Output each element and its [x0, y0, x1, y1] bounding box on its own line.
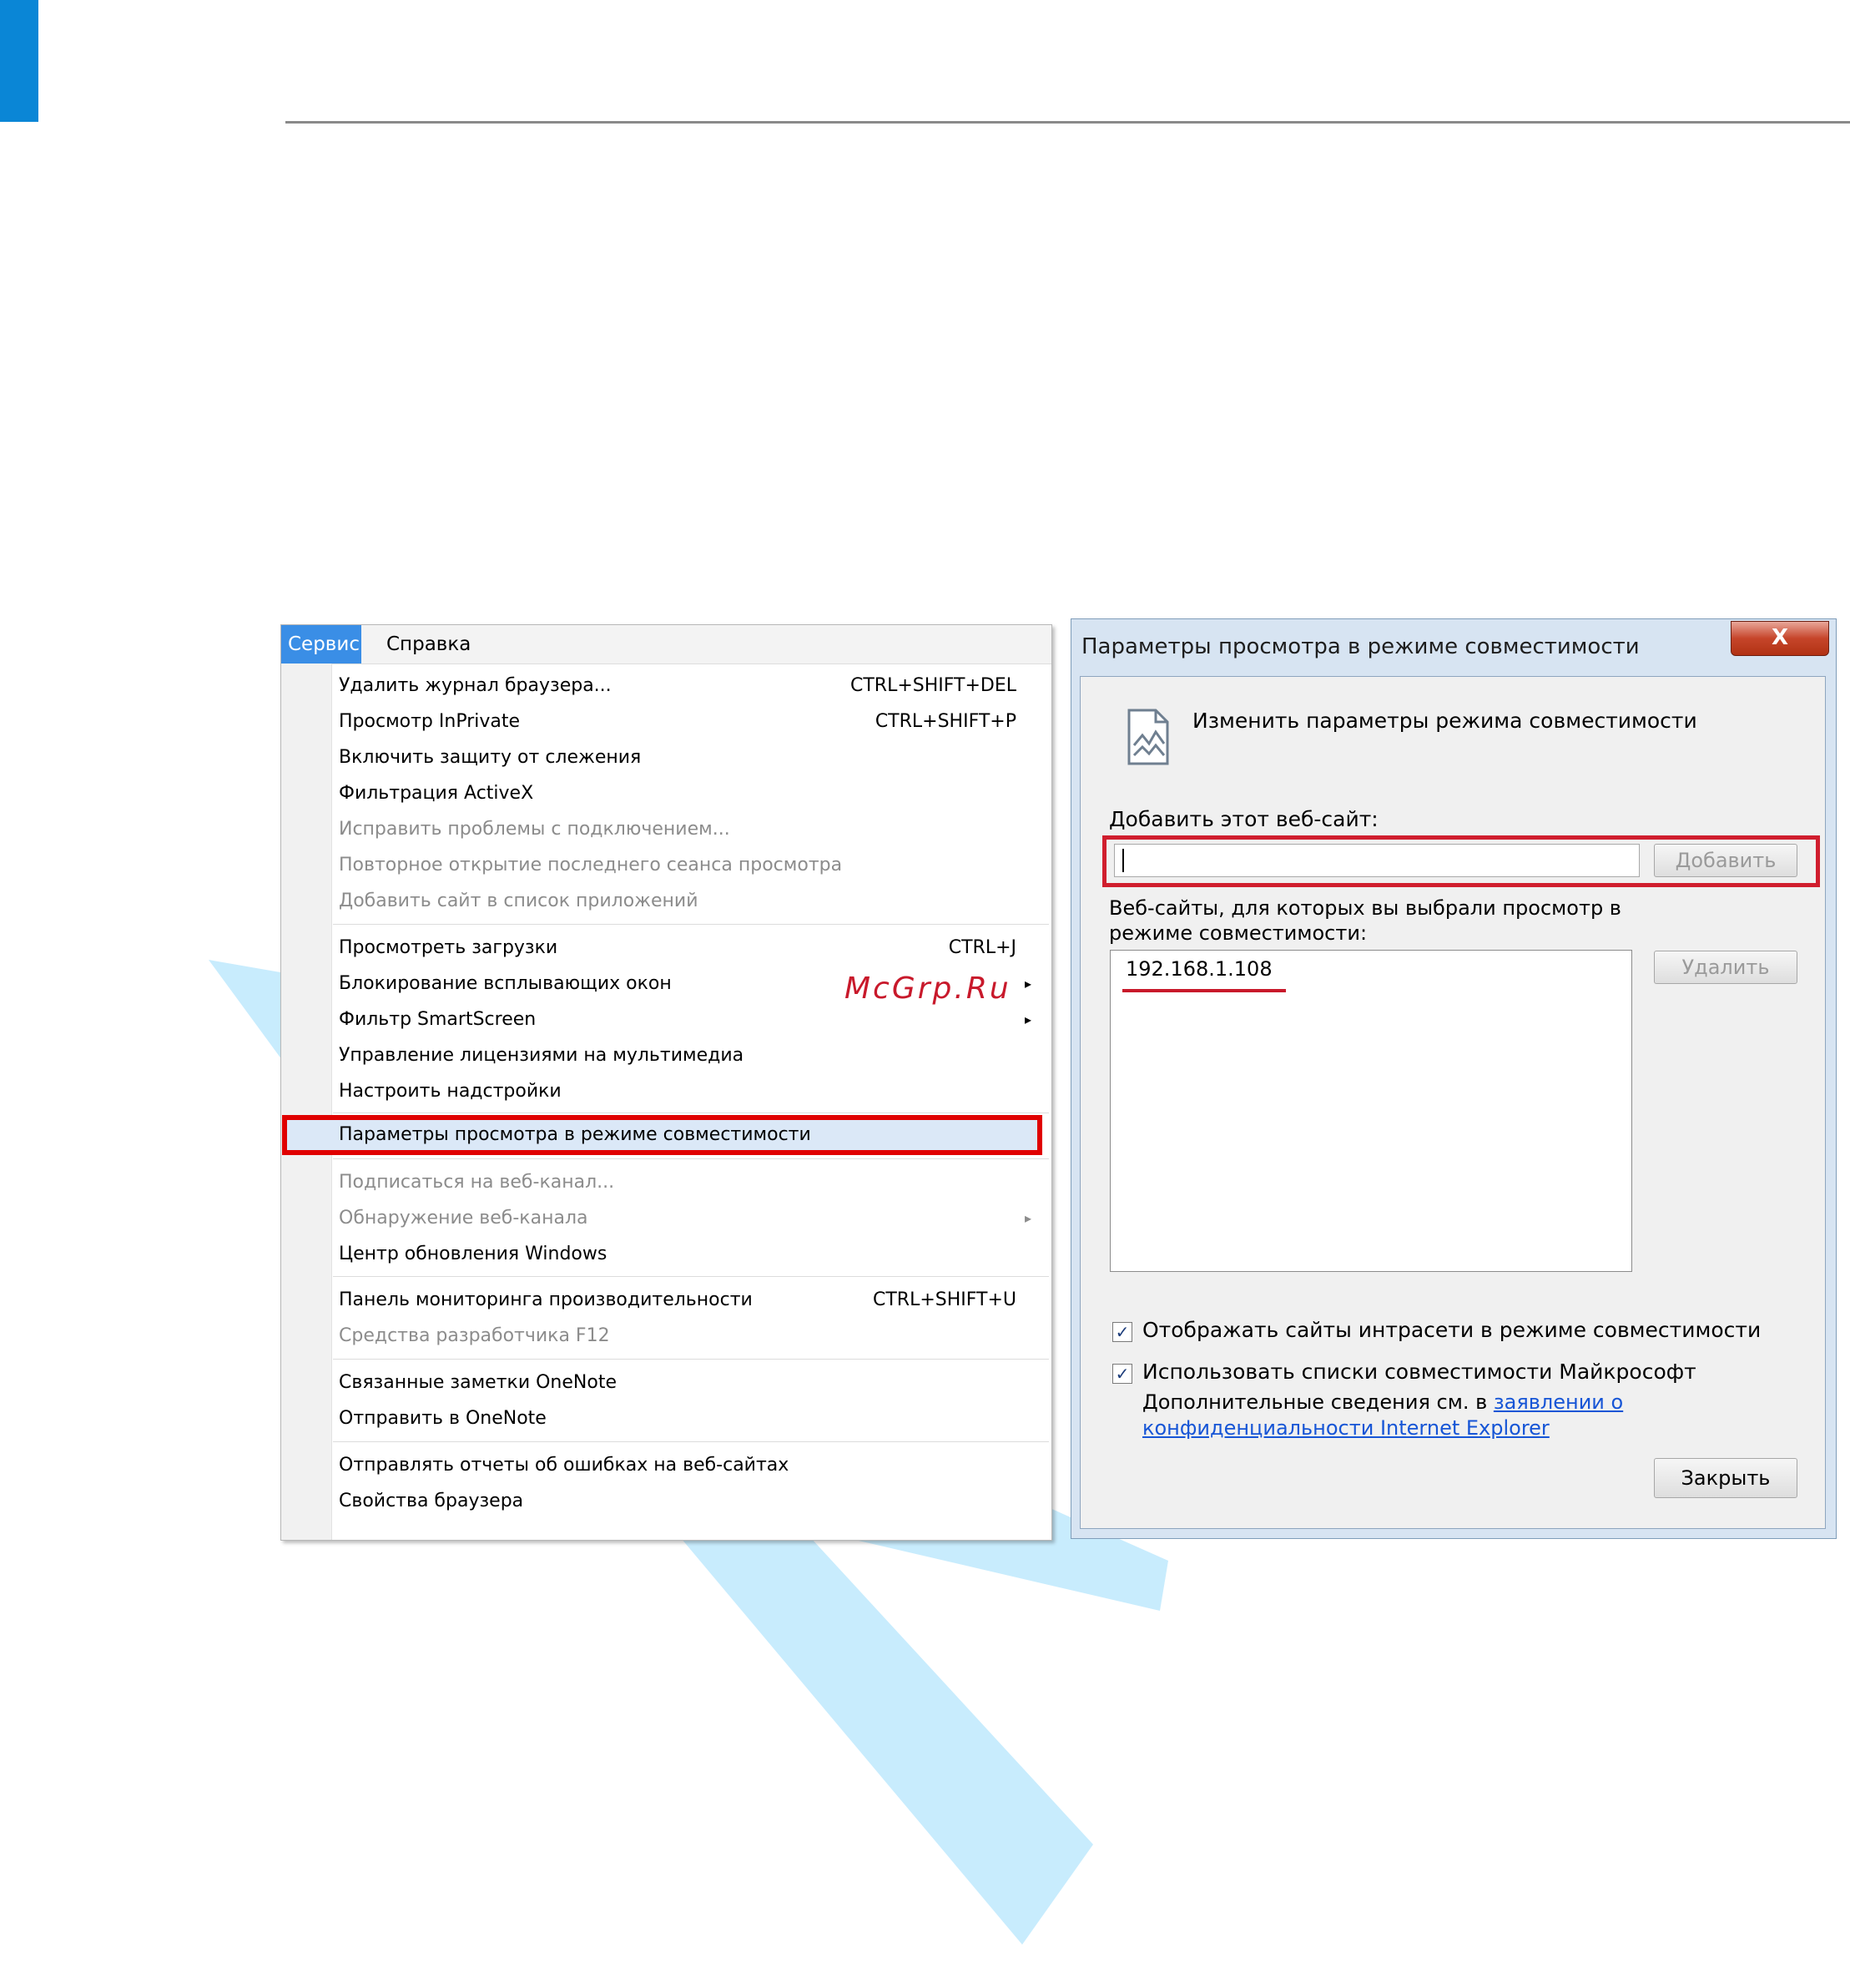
close-icon: X: [1771, 625, 1789, 650]
ms-lists-checkbox[interactable]: ✓: [1112, 1364, 1132, 1384]
menu-item-inprivate[interactable]: Просмотр InPrivate CTRL+SHIFT+P: [339, 707, 1040, 737]
menu-item-label: Исправить проблемы с подключением...: [339, 819, 730, 840]
menu-item-media-licenses[interactable]: Управление лицензиями на мультимедиа: [339, 1041, 1040, 1071]
menu-item-shortcut: CTRL+J: [948, 937, 1016, 958]
menu-item-tracking-protection[interactable]: Включить защиту от слежения: [339, 743, 1040, 773]
intranet-checkbox-label: Отображать сайты интрасети в режиме совм…: [1142, 1318, 1762, 1342]
close-button[interactable]: Закрыть: [1654, 1458, 1797, 1498]
menu-item-label: Просмотреть загрузки: [339, 937, 558, 958]
menu-separator: [333, 924, 1049, 925]
menu-item-f12-tools: Средства разработчика F12: [339, 1321, 1040, 1351]
dialog-title: Параметры просмотра в режиме совместимос…: [1081, 634, 1640, 659]
menu-item-manage-addons[interactable]: Настроить надстройки: [339, 1077, 1040, 1107]
intranet-checkbox[interactable]: ✓: [1112, 1322, 1132, 1342]
red-highlight-box: [1102, 835, 1820, 887]
menu-item-feed-discovery: Обнаружение веб-канала ▸: [339, 1203, 1040, 1234]
menu-separator: [333, 1158, 1049, 1159]
menu-item-label: Средства разработчика F12: [339, 1325, 610, 1346]
menu-item-smartscreen[interactable]: Фильтр SmartScreen ▸: [339, 1005, 1040, 1035]
menu-separator: [333, 1359, 1049, 1360]
menu-item-performance-dashboard[interactable]: Панель мониторинга производительности CTR…: [339, 1285, 1040, 1315]
tools-menu: Сервис Справка Удалить журнал браузера..…: [280, 624, 1052, 1541]
menu-icon-gutter: [281, 664, 332, 1540]
menu-item-browser-properties[interactable]: Свойства браузера: [339, 1486, 1040, 1516]
dialog-body: Изменить параметры режима совместимости …: [1080, 676, 1826, 1529]
compat-view-dialog: Параметры просмотра в режиме совместимос…: [1071, 618, 1837, 1539]
menu-item-label: Повторное открытие последнего сеанса про…: [339, 855, 843, 875]
watermark-text: McGrp.Ru: [844, 971, 1011, 1006]
menu-separator: [333, 1276, 1049, 1277]
info-text: Дополнительные сведения см. в заявлении …: [1142, 1390, 1827, 1441]
menu-item-label: Обнаружение веб-канала: [339, 1208, 588, 1229]
menu-item-send-onenote[interactable]: Отправить в OneNote: [339, 1404, 1040, 1434]
info-prefix: Дополнительные сведения см. в: [1142, 1390, 1494, 1414]
menu-item-label: Фильтр SmartScreen: [339, 1009, 537, 1030]
menu-bar: Сервис Справка: [281, 625, 1051, 664]
menu-item-label: Настроить надстройки: [339, 1081, 562, 1102]
menu-separator: [333, 1441, 1049, 1442]
menu-item-reopen-session: Повторное открытие последнего сеанса про…: [339, 850, 1040, 880]
menu-item-shortcut: CTRL+SHIFT+P: [875, 711, 1016, 732]
menu-item-label: Удалить журнал браузера...: [339, 675, 612, 696]
menubar-help[interactable]: Справка: [373, 625, 484, 664]
menu-item-delete-history[interactable]: Удалить журнал браузера... CTRL+SHIFT+DEL: [339, 671, 1040, 701]
menu-item-label: Фильтрация ActiveX: [339, 783, 534, 804]
menu-item-label: Свойства браузера: [339, 1491, 524, 1511]
submenu-arrow-icon: ▸: [1024, 976, 1031, 991]
menu-item-shortcut: CTRL+SHIFT+DEL: [849, 675, 1016, 696]
ms-lists-checkbox-label: Использовать списки совместимости Майкро…: [1142, 1360, 1696, 1384]
menu-item-view-downloads[interactable]: Просмотреть загрузки CTRL+J: [339, 933, 1040, 963]
menu-item-activex-filtering[interactable]: Фильтрация ActiveX: [339, 779, 1040, 809]
add-site-label: Добавить этот веб-сайт:: [1109, 807, 1379, 831]
check-icon: ✓: [1115, 1364, 1130, 1384]
dialog-close-button[interactable]: X: [1731, 621, 1829, 656]
menu-item-label: Панель мониторинга производительности: [339, 1289, 753, 1310]
menu-item-label: Подписаться на веб-канал...: [339, 1172, 615, 1193]
menu-item-fix-connection: Исправить проблемы с подключением...: [339, 815, 1040, 845]
menu-item-subscribe-feed: Подписаться на веб-канал...: [339, 1168, 1040, 1198]
menubar-service[interactable]: Сервис: [281, 625, 361, 664]
menu-item-label: Связанные заметки OneNote: [339, 1372, 617, 1393]
header-rule: [285, 121, 1850, 124]
menu-item-windows-update[interactable]: Центр обновления Windows: [339, 1239, 1040, 1269]
menu-item-label: Отправлять отчеты об ошибках на веб-сайт…: [339, 1455, 789, 1476]
submenu-arrow-icon: ▸: [1024, 1012, 1031, 1027]
menu-item-shortcut: CTRL+SHIFT+U: [872, 1289, 1016, 1310]
red-underline: [1122, 989, 1286, 992]
submenu-arrow-icon: ▸: [1024, 1210, 1031, 1226]
blue-corner-tab: [0, 0, 38, 122]
compat-view-icon: [1127, 709, 1169, 765]
list-item[interactable]: 192.168.1.108: [1126, 957, 1273, 981]
menu-item-label: Просмотр InPrivate: [339, 711, 521, 732]
check-icon: ✓: [1115, 1322, 1130, 1342]
menu-item-label: Управление лицензиями на мультимедиа: [339, 1045, 744, 1066]
red-highlight-box: [282, 1115, 1042, 1155]
site-list-label: Веб-сайты, для которых вы выбрали просмо…: [1109, 896, 1621, 945]
menu-item-label: Отправить в OneNote: [339, 1408, 547, 1429]
delete-button[interactable]: Удалить: [1654, 951, 1797, 984]
menu-item-label: Блокирование всплывающих окон: [339, 973, 672, 994]
dialog-header-text: Изменить параметры режима совместимости: [1192, 709, 1697, 733]
site-list[interactable]: 192.168.1.108: [1110, 950, 1632, 1272]
menu-item-add-site-apps: Добавить сайт в список приложений: [339, 886, 1040, 916]
menu-item-label: Центр обновления Windows: [339, 1244, 607, 1264]
menu-item-label: Добавить сайт в список приложений: [339, 891, 698, 911]
menu-item-onenote-linked[interactable]: Связанные заметки OneNote: [339, 1368, 1040, 1398]
menu-item-label: Включить защиту от слежения: [339, 747, 642, 768]
menu-item-report-errors[interactable]: Отправлять отчеты об ошибках на веб-сайт…: [339, 1451, 1040, 1481]
